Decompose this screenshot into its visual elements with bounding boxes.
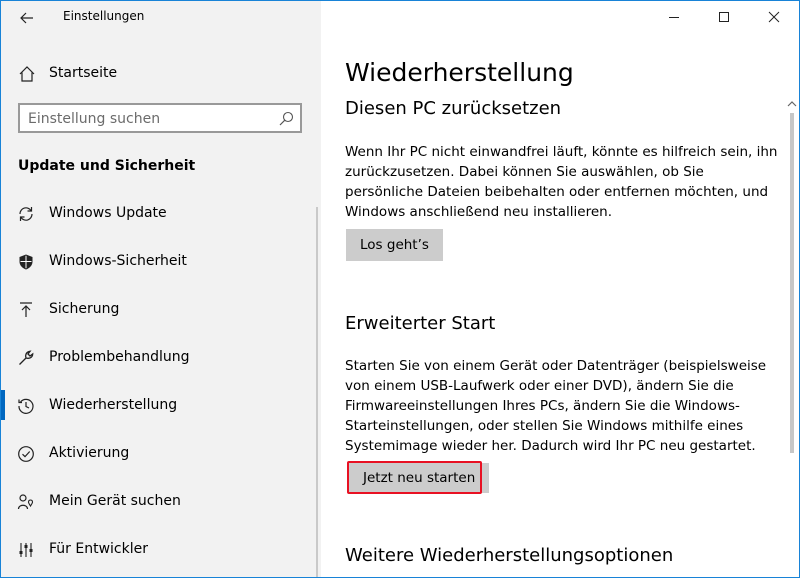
maximize-button[interactable] bbox=[699, 1, 749, 33]
sync-icon bbox=[19, 207, 33, 221]
upload-arrow-icon bbox=[20, 302, 32, 317]
sidebar-item-windows-update[interactable]: Windows Update bbox=[1, 194, 317, 234]
sidebar-item-windows-security[interactable]: Windows-Sicherheit bbox=[1, 242, 317, 282]
home-icon bbox=[19, 66, 35, 82]
page-title: Wiederherstellung bbox=[345, 58, 574, 87]
history-icon bbox=[18, 398, 34, 414]
search-input[interactable] bbox=[28, 109, 268, 129]
reset-heading: Diesen PC zurücksetzen bbox=[345, 98, 562, 119]
reset-start-button[interactable]: Los geht’s bbox=[346, 229, 443, 261]
main-scrollbar[interactable] bbox=[785, 97, 799, 577]
settings-window: Einstellungen Startseite Update und Sich… bbox=[0, 0, 800, 578]
sidebar-item-recovery[interactable]: Wiederherstellung bbox=[1, 386, 317, 426]
more-recovery-options-heading: Weitere Wiederherstellungsoptionen bbox=[345, 545, 674, 566]
search-icon[interactable] bbox=[278, 111, 294, 127]
back-arrow-icon bbox=[20, 12, 33, 24]
sidebar-item-label: Für Entwickler bbox=[49, 541, 148, 557]
sidebar-item-label: Wiederherstellung bbox=[49, 397, 178, 413]
sidebar-item-home[interactable]: Startseite bbox=[1, 57, 321, 91]
person-location-icon bbox=[17, 494, 34, 510]
sidebar-item-find-my-device[interactable]: Mein Gerät suchen bbox=[1, 482, 317, 522]
search-box[interactable] bbox=[18, 103, 302, 133]
active-indicator bbox=[1, 390, 5, 420]
back-button[interactable] bbox=[13, 5, 41, 31]
window-controls bbox=[649, 1, 799, 33]
sidebar-scrollbar[interactable] bbox=[316, 207, 318, 577]
check-circle-icon bbox=[18, 446, 34, 462]
sidebar-item-label: Windows-Sicherheit bbox=[49, 253, 187, 269]
sidebar-item-label: Problembehandlung bbox=[49, 349, 190, 365]
scrollbar-thumb[interactable] bbox=[790, 113, 794, 453]
scroll-up-icon[interactable] bbox=[787, 99, 797, 109]
main-content: Wiederherstellung Diesen PC zurücksetzen… bbox=[321, 1, 799, 577]
sidebar-item-label: Mein Gerät suchen bbox=[49, 493, 181, 509]
sidebar-item-activation[interactable]: Aktivierung bbox=[1, 434, 317, 474]
home-label: Startseite bbox=[49, 65, 118, 81]
sidebar-item-developers[interactable]: Für Entwickler bbox=[1, 530, 317, 570]
developer-sliders-icon bbox=[19, 543, 33, 557]
reset-description: Wenn Ihr PC nicht einwandfrei läuft, kön… bbox=[345, 144, 778, 220]
close-icon bbox=[768, 11, 780, 23]
section-title: Update und Sicherheit bbox=[18, 158, 196, 174]
close-button[interactable] bbox=[749, 1, 799, 33]
sidebar-item-label: Sicherung bbox=[49, 301, 120, 317]
sidebar-item-troubleshoot[interactable]: Problembehandlung bbox=[1, 338, 317, 378]
shield-icon bbox=[19, 254, 33, 270]
highlight-frame bbox=[347, 461, 482, 494]
minimize-button[interactable] bbox=[649, 1, 699, 33]
sidebar-item-label: Windows Update bbox=[49, 205, 167, 221]
wrench-icon bbox=[19, 350, 34, 365]
app-title: Einstellungen bbox=[63, 9, 145, 23]
advanced-start-description: Starten Sie von einem Gerät oder Datentr… bbox=[345, 358, 767, 454]
advanced-start-heading: Erweiterter Start bbox=[345, 313, 496, 334]
sidebar-item-backup[interactable]: Sicherung bbox=[1, 290, 317, 330]
sidebar: Einstellungen Startseite Update und Sich… bbox=[1, 1, 321, 577]
maximize-icon bbox=[719, 12, 729, 22]
minimize-icon bbox=[669, 17, 679, 18]
sidebar-item-label: Aktivierung bbox=[49, 445, 130, 461]
